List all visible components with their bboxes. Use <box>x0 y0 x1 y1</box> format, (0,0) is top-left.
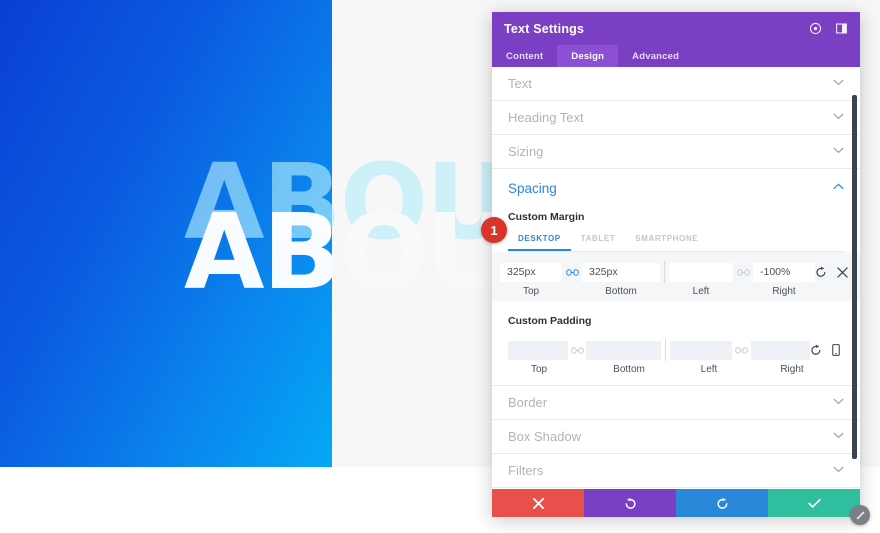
section-spacing-label: Spacing <box>508 180 557 196</box>
padding-labels-row: Top Bottom Left Right <box>508 364 844 375</box>
help-icon[interactable] <box>808 22 822 36</box>
custom-padding-label: Custom Padding <box>508 315 592 327</box>
margin-left-label: Left <box>692 286 710 297</box>
margin-right-label: Right <box>772 286 796 297</box>
section-box-shadow[interactable]: Box Shadow <box>492 420 860 454</box>
section-text[interactable]: Text <box>492 67 860 101</box>
padding-left-label: Left <box>700 364 718 375</box>
save-button[interactable] <box>768 489 860 517</box>
tab-design[interactable]: Design <box>557 45 619 67</box>
margin-inputs-block: 325px 325px -100% Top Bottom Left Right <box>492 252 860 301</box>
chevron-down-icon <box>833 79 844 89</box>
modal-header-actions <box>808 22 848 36</box>
close-icon[interactable] <box>837 266 848 278</box>
section-spacing[interactable]: Spacing <box>492 169 860 207</box>
padding-inputs-block: Top Bottom Left Right <box>508 335 844 375</box>
link-left-right-icon[interactable] <box>733 268 753 277</box>
reset-icon[interactable] <box>815 266 827 278</box>
padding-bottom-input[interactable] <box>586 340 662 360</box>
modal-tab-bar: Content Design Advanced <box>492 45 860 67</box>
step-marker-badge: 1 <box>481 217 507 243</box>
margin-row-actions <box>815 266 852 278</box>
padding-top-label: Top <box>530 364 548 375</box>
section-filters-label: Filters <box>508 463 544 478</box>
margin-left-input[interactable] <box>669 262 733 282</box>
settings-scroll-area: Text Heading Text Sizing Spacing Custom … <box>492 67 860 489</box>
section-box-shadow-label: Box Shadow <box>508 429 581 444</box>
tab-advanced[interactable]: Advanced <box>618 45 693 67</box>
text-settings-modal: Text Settings Content Design Advanced Te… <box>492 12 870 525</box>
tab-content[interactable]: Content <box>492 45 557 67</box>
link-left-right-icon[interactable] <box>732 346 751 355</box>
device-tab-tablet[interactable]: TABLET <box>571 231 626 251</box>
link-top-bottom-icon[interactable] <box>568 346 587 355</box>
modal-title: Text Settings <box>504 21 585 36</box>
section-animation[interactable]: Animation <box>492 488 860 489</box>
layout-toggle-icon[interactable] <box>834 22 848 36</box>
margin-inputs-row: 325px 325px -100% <box>500 261 852 283</box>
margin-labels-row: Top Bottom Left Right <box>500 286 852 297</box>
custom-margin-label: Custom Margin <box>508 211 585 223</box>
section-sizing-label: Sizing <box>508 144 544 159</box>
field-divider <box>664 261 665 283</box>
field-divider <box>665 339 667 361</box>
undo-button[interactable] <box>584 489 676 517</box>
spacing-section-content: Custom Margin DESKTOP TABLET SMARTPHONE … <box>492 211 860 386</box>
chevron-down-icon <box>833 113 844 123</box>
section-heading-text-label: Heading Text <box>508 110 584 125</box>
chevron-down-icon <box>833 432 844 442</box>
redo-button[interactable] <box>676 489 768 517</box>
margin-bottom-label: Bottom <box>605 286 637 297</box>
padding-row-actions <box>810 344 844 356</box>
padding-right-label: Right <box>780 364 804 375</box>
device-tab-desktop[interactable]: DESKTOP <box>508 231 571 251</box>
modal-header: Text Settings <box>492 12 860 45</box>
chevron-down-icon <box>833 147 844 157</box>
modal-body: Text Heading Text Sizing Spacing Custom … <box>492 67 860 489</box>
padding-top-input[interactable] <box>508 340 568 360</box>
device-tab-smartphone[interactable]: SMARTPHONE <box>625 231 708 251</box>
section-text-label: Text <box>508 76 532 91</box>
padding-bottom-label: Bottom <box>613 364 645 375</box>
hero-section: ABOUT ABOUT <box>0 0 332 467</box>
padding-left-input[interactable] <box>670 340 732 360</box>
modal-scrollbar[interactable] <box>852 95 857 459</box>
section-heading-text[interactable]: Heading Text <box>492 101 860 135</box>
discard-button[interactable] <box>492 489 584 517</box>
section-border[interactable]: Border <box>492 386 860 420</box>
section-sizing[interactable]: Sizing <box>492 135 860 169</box>
resize-handle-icon[interactable] <box>850 505 870 525</box>
padding-inputs-row <box>508 339 844 361</box>
screenshot-root: ABOUT ABOUT ABOUT ABOUT 1 Text Settings … <box>0 0 880 533</box>
hero-text-clip: ABOUT ABOUT <box>0 0 332 467</box>
responsive-icon[interactable] <box>832 344 840 356</box>
chevron-down-icon <box>833 466 844 476</box>
chevron-down-icon <box>833 398 844 408</box>
margin-bottom-input[interactable]: 325px <box>582 262 660 282</box>
chevron-up-icon <box>833 183 844 193</box>
link-top-bottom-icon[interactable] <box>562 268 582 277</box>
section-border-label: Border <box>508 395 548 410</box>
modal-footer <box>492 489 860 517</box>
section-filters[interactable]: Filters <box>492 454 860 488</box>
hero-word-solid: ABOUT <box>184 191 332 313</box>
reset-icon[interactable] <box>810 344 822 356</box>
margin-device-tabs: DESKTOP TABLET SMARTPHONE <box>508 231 844 252</box>
margin-right-input[interactable]: -100% <box>753 262 815 282</box>
margin-top-input[interactable]: 325px <box>500 262 562 282</box>
padding-right-input[interactable] <box>750 340 811 360</box>
margin-top-label: Top <box>522 286 540 297</box>
